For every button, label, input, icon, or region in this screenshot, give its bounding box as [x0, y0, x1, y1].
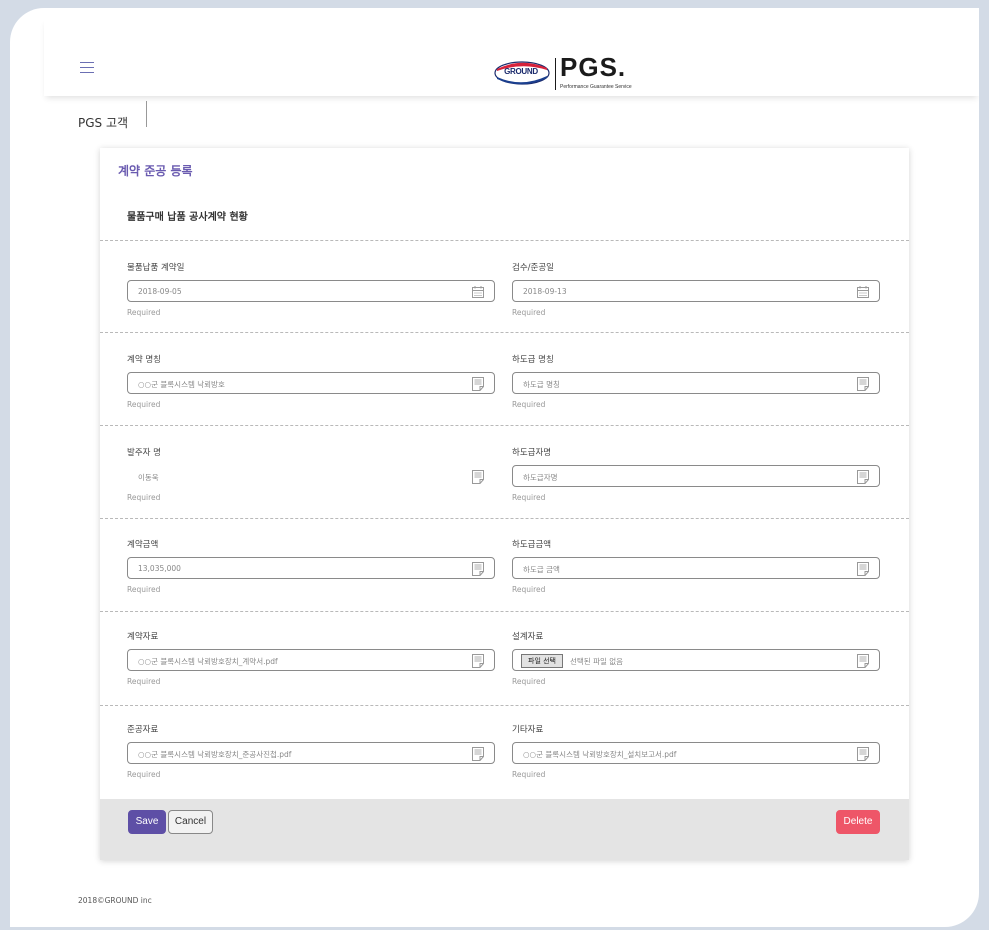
contract-amount-hint: Required	[127, 585, 161, 594]
contract-name-input[interactable]: ○○군 블록시스템 낙뢰방호	[127, 372, 495, 394]
cancel-button[interactable]: Cancel	[168, 810, 213, 834]
design-docs-label: 설계자료	[512, 632, 544, 642]
completion-docs-value: ○○군 블록시스템 낙뢰방호장치_준공사진첩.pdf	[138, 750, 292, 759]
subcontract-name-input[interactable]: 하도급 명칭	[512, 372, 880, 394]
contract-name-value: ○○군 블록시스템 낙뢰방호	[138, 380, 225, 389]
contract-date-input[interactable]: 2018-09-05	[127, 280, 495, 302]
subcontract-name-label: 하도급 명칭	[512, 355, 554, 365]
section-title: 물품구매 납품 공사계약 현황	[127, 212, 248, 223]
completion-docs-input[interactable]: ○○군 블록시스템 낙뢰방호장치_준공사진첩.pdf	[127, 742, 495, 764]
document-icon	[857, 654, 869, 668]
client-name-field: 이동욱	[127, 465, 495, 487]
subcontractor-name-hint: Required	[512, 493, 546, 502]
other-docs-input[interactable]: ○○군 블록시스템 낙뢰방호장치_설치보고서.pdf	[512, 742, 880, 764]
file-select-button[interactable]: 파일 선택	[521, 654, 563, 668]
contract-amount-value: 13,035,000	[138, 564, 181, 573]
save-button[interactable]: Save	[128, 810, 166, 834]
contract-amount-input[interactable]: 13,035,000	[127, 557, 495, 579]
document-icon	[857, 377, 869, 391]
subcontract-amount-label: 하도급금액	[512, 540, 552, 550]
document-icon	[472, 470, 484, 484]
divider	[100, 332, 909, 333]
other-docs-hint: Required	[512, 770, 546, 779]
form-actions-bar: Save Cancel Delete	[100, 799, 909, 860]
document-icon	[472, 654, 484, 668]
document-icon	[857, 562, 869, 576]
contract-docs-value: ○○군 블록시스템 낙뢰방호장치_계약서.pdf	[138, 657, 278, 666]
subcontract-name-placeholder: 하도급 명칭	[523, 380, 560, 389]
divider	[100, 705, 909, 706]
contract-name-hint: Required	[127, 400, 161, 409]
document-icon	[472, 747, 484, 761]
subcontract-amount-placeholder: 하도급 금액	[523, 565, 560, 574]
contract-name-label: 계약 명칭	[127, 355, 161, 365]
hamburger-menu-icon[interactable]	[80, 62, 94, 73]
subcontract-amount-input[interactable]: 하도급 금액	[512, 557, 880, 579]
logo-pgs-text: PGS.	[560, 52, 627, 82]
inspection-date-label: 검수/준공일	[512, 263, 554, 273]
contract-docs-input[interactable]: ○○군 블록시스템 낙뢰방호장치_계약서.pdf	[127, 649, 495, 671]
calendar-icon[interactable]	[472, 285, 484, 299]
logo-divider	[555, 58, 556, 90]
divider	[100, 240, 909, 241]
calendar-icon[interactable]	[857, 285, 869, 299]
client-name-label: 발주자 명	[127, 448, 161, 458]
inspection-date-input[interactable]: 2018-09-13	[512, 280, 880, 302]
subcontract-name-hint: Required	[512, 400, 546, 409]
pgs-logo[interactable]: GROUND PGS. Performance Guarantee Servic…	[494, 52, 664, 96]
subcontractor-name-label: 하도급자명	[512, 448, 552, 458]
document-icon	[857, 470, 869, 484]
file-status-text: 선택된 파일 없음	[570, 657, 624, 666]
contract-form-card: 계약 준공 등록 물품구매 납품 공사계약 현황 물품납품 계약일 2018-0…	[100, 148, 909, 860]
subcontractor-name-placeholder: 하도급자명	[523, 473, 558, 482]
delete-button[interactable]: Delete	[836, 810, 880, 834]
document-icon	[472, 562, 484, 576]
breadcrumb-divider	[146, 101, 147, 127]
subcontract-amount-hint: Required	[512, 585, 546, 594]
divider	[100, 518, 909, 519]
design-docs-file-input[interactable]: 파일 선택 선택된 파일 없음	[512, 649, 880, 671]
inspection-date-hint: Required	[512, 308, 546, 317]
contract-docs-hint: Required	[127, 677, 161, 686]
contract-docs-label: 계약자료	[127, 632, 159, 642]
copyright-text: 2018©GROUND inc	[78, 896, 152, 905]
client-name-hint: Required	[127, 493, 161, 502]
contract-date-label: 물품납품 계약일	[127, 263, 185, 273]
contract-amount-label: 계약금액	[127, 540, 159, 550]
breadcrumb: PGS 고객	[78, 116, 129, 130]
completion-docs-label: 준공자료	[127, 725, 159, 735]
design-docs-hint: Required	[512, 677, 546, 686]
document-icon	[857, 747, 869, 761]
client-name-value: 이동욱	[138, 473, 159, 482]
divider	[100, 611, 909, 612]
other-docs-label: 기타자료	[512, 725, 544, 735]
contract-date-hint: Required	[127, 308, 161, 317]
other-docs-value: ○○군 블록시스템 낙뢰방호장치_설치보고서.pdf	[523, 750, 677, 759]
divider	[100, 425, 909, 426]
subcontractor-name-input[interactable]: 하도급자명	[512, 465, 880, 487]
completion-docs-hint: Required	[127, 770, 161, 779]
page-title: 계약 준공 등록	[118, 164, 193, 178]
logo-ground-text: GROUND	[504, 67, 538, 76]
document-icon	[472, 377, 484, 391]
inspection-date-value: 2018-09-13	[523, 287, 567, 296]
top-header: GROUND PGS. Performance Guarantee Servic…	[44, 18, 979, 96]
contract-date-value: 2018-09-05	[138, 287, 182, 296]
logo-subtitle: Performance Guarantee Service	[560, 84, 632, 90]
page-frame: GROUND PGS. Performance Guarantee Servic…	[10, 8, 979, 927]
